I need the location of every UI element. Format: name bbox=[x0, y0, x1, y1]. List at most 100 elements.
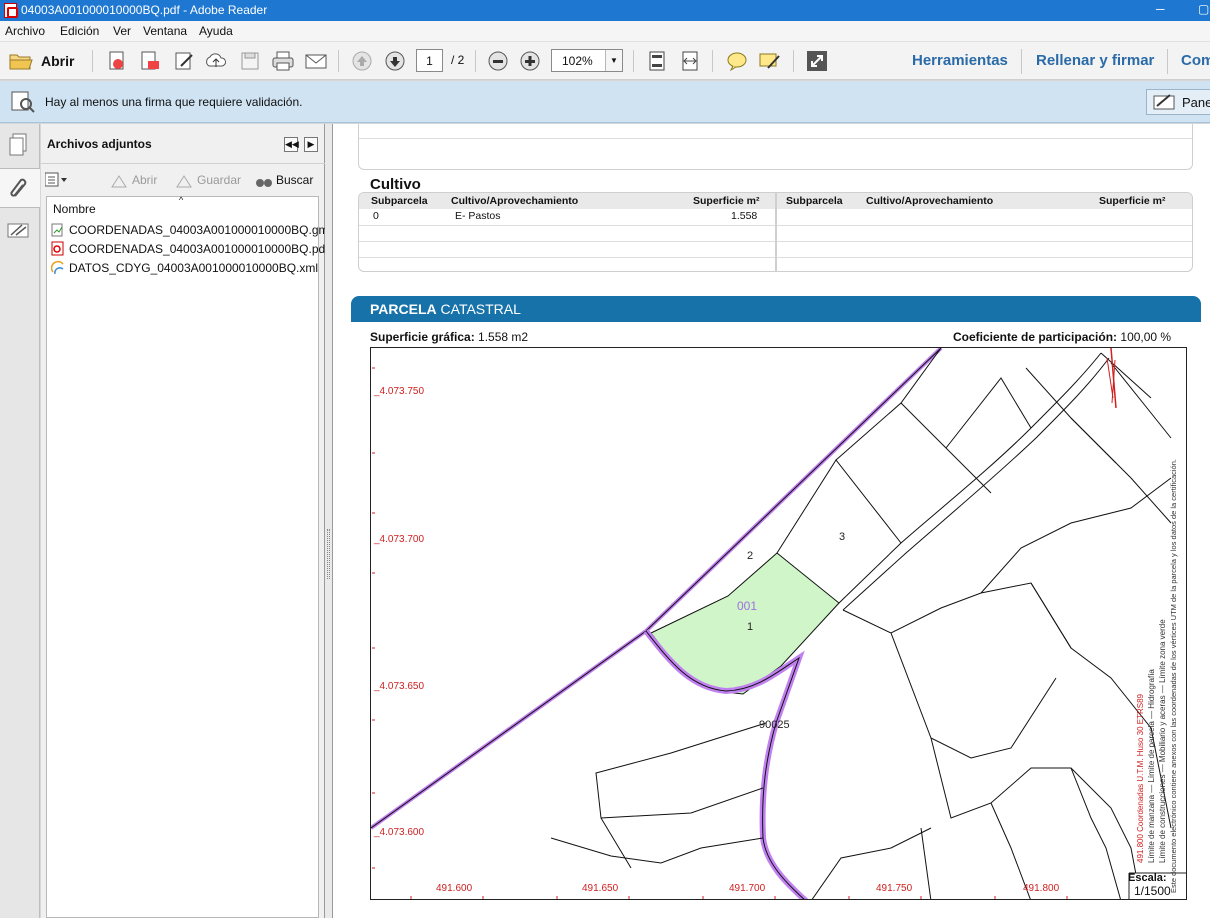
coef-value: 100,00 % bbox=[1120, 330, 1172, 344]
fit-width-icon[interactable] bbox=[679, 50, 701, 72]
parcel-number-2: 2 bbox=[747, 550, 753, 562]
maximize-icon[interactable]: ▢ bbox=[1198, 2, 1209, 16]
open-attachment-button[interactable]: Abrir bbox=[132, 173, 157, 187]
save-attachment-button[interactable]: Guardar bbox=[197, 173, 241, 187]
zoom-out-icon[interactable] bbox=[487, 50, 509, 72]
window-title: 04003A001000010000BQ.pdf - Adobe Reader bbox=[21, 3, 268, 17]
coef-label: Coeficiente de participación: bbox=[953, 330, 1118, 344]
export-pdf-icon[interactable] bbox=[139, 50, 161, 72]
parcela-title-bold: PARCELA bbox=[370, 301, 437, 317]
parcel-number-90025: 90025 bbox=[759, 719, 790, 731]
minimize-icon[interactable]: ─ bbox=[1156, 2, 1165, 16]
main-toolbar: Abrir 1 / 2 102% ▼ Herramientas Rellenar… bbox=[0, 42, 1210, 80]
panel-options-icon[interactable]: ▶ bbox=[304, 137, 318, 152]
save-icon[interactable] bbox=[239, 50, 261, 72]
print-icon[interactable] bbox=[271, 50, 294, 72]
attachments-panel: Archivos adjuntos ◀◀ ▶ Abrir Guardar Bus… bbox=[41, 124, 331, 918]
tools-button[interactable]: Herramientas bbox=[912, 52, 1008, 69]
previous-page-icon[interactable] bbox=[351, 50, 373, 72]
zoom-select[interactable]: 102% ▼ bbox=[551, 49, 623, 72]
upload-cloud-icon[interactable] bbox=[204, 50, 226, 72]
pdf-file-icon bbox=[51, 241, 64, 256]
zoom-value: 102% bbox=[562, 54, 593, 68]
list-item[interactable]: DATOS_CDYG_04003A001000010000BQ.xml bbox=[49, 259, 319, 277]
superficie-label: Superficie gráfica: bbox=[370, 330, 475, 344]
edit-pdf-icon[interactable] bbox=[173, 50, 195, 72]
menu-archivo[interactable]: Archivo bbox=[5, 24, 45, 38]
attachments-title: Archivos adjuntos bbox=[47, 137, 152, 151]
gml-file-icon bbox=[51, 223, 63, 237]
splitter-grip[interactable] bbox=[327, 529, 330, 579]
map-legend: 491.800 Coordenadas U.T.M. Huso 30 ETRS8… bbox=[1136, 459, 1178, 893]
attachments-toolbar: Abrir Guardar Buscar bbox=[41, 165, 325, 195]
expand-icon[interactable] bbox=[806, 50, 828, 72]
signatures-icon[interactable] bbox=[6, 221, 32, 246]
attachments-tab[interactable] bbox=[0, 168, 40, 208]
chevron-down-icon[interactable]: ▼ bbox=[605, 50, 622, 71]
xml-file-icon bbox=[51, 260, 64, 275]
x-label-491700: 491.700 bbox=[729, 883, 766, 894]
file-name: DATOS_CDYG_04003A001000010000BQ.xml bbox=[69, 261, 319, 275]
legend-coordinates: 491.800 Coordenadas U.T.M. Huso 30 ETRS8… bbox=[1136, 693, 1145, 863]
signature-panel-button[interactable]: Pane bbox=[1146, 89, 1210, 115]
open-button[interactable]: Abrir bbox=[41, 53, 74, 69]
menu-edicion[interactable]: Edición bbox=[60, 24, 99, 38]
fit-page-icon[interactable] bbox=[646, 50, 668, 72]
binoculars-icon bbox=[256, 179, 272, 187]
menu-ventana[interactable]: Ventana bbox=[143, 24, 187, 38]
page-thumbnails-icon[interactable] bbox=[7, 132, 31, 161]
cultivo-table: Subparcela Cultivo/Aprovechamiento Super… bbox=[358, 192, 1193, 272]
options-menu-icon[interactable] bbox=[44, 172, 69, 188]
open-attachment-icon bbox=[111, 175, 127, 188]
menu-ayuda[interactable]: Ayuda bbox=[199, 24, 233, 38]
signature-panel-label: Pane bbox=[1182, 95, 1210, 110]
create-pdf-icon[interactable] bbox=[106, 50, 128, 72]
y-label-4073600: _4.073.600 bbox=[373, 827, 424, 838]
parcela-catastral-header: PARCELA CATASTRAL bbox=[351, 296, 1201, 322]
signature-notice-text: Hay al menos una firma que requiere vali… bbox=[45, 95, 303, 109]
cultivo-title: Cultivo bbox=[370, 176, 421, 193]
highlight-icon[interactable] bbox=[758, 50, 780, 72]
panel-splitter[interactable] bbox=[325, 124, 333, 918]
column-name-label: Nombre bbox=[53, 202, 96, 216]
previous-section-box bbox=[358, 124, 1193, 170]
file-name: COORDENADAS_04003A001000010000BQ.gml bbox=[69, 223, 332, 237]
list-item[interactable]: COORDENADAS_04003A001000010000BQ.gml bbox=[49, 221, 331, 239]
superficie-value: 1.558 m2 bbox=[478, 330, 529, 344]
parcela-title-rest: CATASTRAL bbox=[440, 301, 521, 317]
email-icon[interactable] bbox=[304, 50, 327, 72]
search-attachment-button[interactable]: Buscar bbox=[276, 173, 313, 187]
attachments-list: Nombre ^ COORDENADAS_04003A001000010000B… bbox=[46, 195, 331, 918]
signature-pen-icon bbox=[1153, 94, 1175, 110]
comment-icon[interactable] bbox=[725, 50, 747, 72]
legend-line-1: Límite de manzana — Límite de parcela — … bbox=[1147, 669, 1156, 863]
attachments-header: Archivos adjuntos ◀◀ ▶ bbox=[41, 124, 325, 164]
page-number-input[interactable]: 1 bbox=[416, 49, 443, 72]
paperclip-icon bbox=[10, 178, 27, 197]
scale-value: 1/1500 bbox=[1134, 884, 1171, 898]
zoom-in-icon[interactable] bbox=[519, 50, 541, 72]
header-cultivo: Cultivo/Aprovechamiento bbox=[451, 195, 579, 207]
save-attachment-icon bbox=[176, 175, 192, 188]
column-header-name[interactable]: Nombre ^ bbox=[47, 195, 320, 219]
x-label-491800: 491.800 bbox=[1023, 883, 1060, 894]
x-label-491650: 491.650 bbox=[582, 883, 619, 894]
header-subparcela-2: Subparcela bbox=[786, 195, 843, 207]
next-page-icon[interactable] bbox=[384, 50, 406, 72]
menu-ver[interactable]: Ver bbox=[113, 24, 131, 38]
comment-button[interactable]: Com bbox=[1181, 52, 1210, 69]
navigation-pane-strip bbox=[0, 124, 40, 918]
fill-sign-button[interactable]: Rellenar y firmar bbox=[1036, 52, 1154, 69]
cadastral-map: _4.073.750 _4.073.700 _4.073.650 _4.073.… bbox=[370, 347, 1187, 900]
page-total: / 2 bbox=[451, 53, 465, 67]
title-bar: 04003A001000010000BQ.pdf - Adobe Reader … bbox=[0, 0, 1210, 21]
header-superficie-2: Superficie m² bbox=[1099, 195, 1166, 207]
header-cultivo-2: Cultivo/Aprovechamiento bbox=[866, 195, 994, 207]
cell-superficie: 1.558 bbox=[731, 210, 758, 222]
cadastral-map-drawing: _4.073.750 _4.073.700 _4.073.650 _4.073.… bbox=[371, 348, 1186, 899]
list-item[interactable]: COORDENADAS_04003A001000010000BQ.pdf bbox=[49, 240, 329, 258]
header-subparcela: Subparcela bbox=[371, 195, 428, 207]
open-folder-icon[interactable] bbox=[8, 50, 33, 72]
collapse-panel-icon[interactable]: ◀◀ bbox=[284, 137, 299, 152]
parcel-number-1: 1 bbox=[747, 621, 753, 633]
